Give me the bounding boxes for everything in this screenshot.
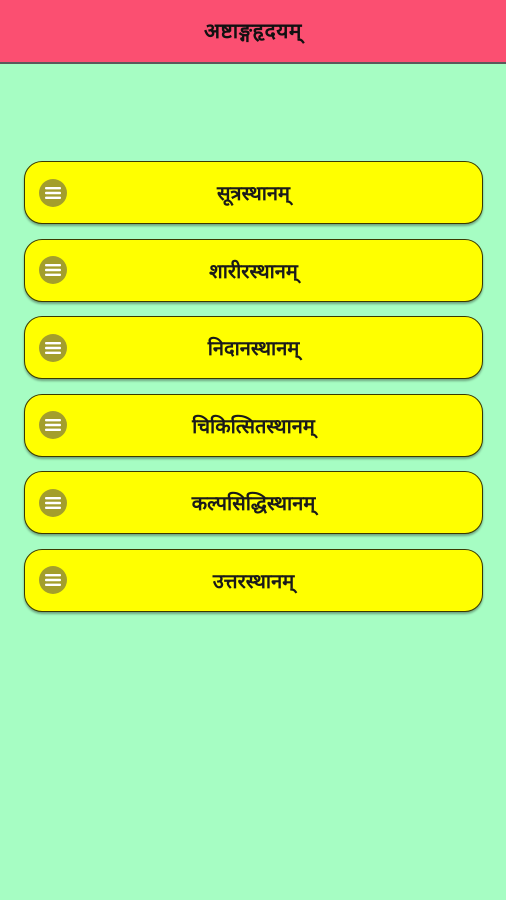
menu-item-label: निदानस्थानम् [207, 336, 300, 360]
section-menu-list: सूत्रस्थानम् शारीरस्थानम् निदानस्थानम् च… [24, 161, 483, 626]
menu-lines-icon [39, 256, 67, 284]
menu-item-label: चिकित्सितस्थानम् [192, 413, 315, 438]
menu-item-sutrasthanam[interactable]: सूत्रस्थानम् [24, 161, 483, 224]
menu-lines-icon [39, 333, 67, 362]
menu-item-label: कल्पसिद्धिस्थानम् [191, 491, 316, 515]
menu-item-label: सूत्रस्थानम् [217, 181, 290, 205]
menu-item-kalpasiddhisthanam[interactable]: कल्पसिद्धिस्थानम् [24, 471, 483, 534]
menu-item-uttarasthanam[interactable]: उत्तरस्थानम् [24, 548, 483, 612]
app-bar: अष्टाङ्गहृदयम् [0, 0, 506, 64]
app-title: अष्टाङ्गहृदयम् [204, 19, 302, 43]
menu-lines-icon [39, 178, 67, 207]
menu-lines-icon [39, 411, 67, 439]
menu-item-nidanasthanam[interactable]: निदानस्थानम् [24, 316, 483, 379]
menu-item-sharirasthanam[interactable]: शारीरस्थानम् [24, 238, 483, 302]
menu-lines-icon [39, 488, 67, 517]
menu-item-chikitsitasthanam[interactable]: चिकित्सितस्थानम् [24, 393, 483, 457]
menu-item-label: शारीरस्थानम् [209, 258, 298, 283]
menu-item-label: उत्तरस्थानम् [212, 568, 295, 593]
menu-lines-icon [39, 566, 67, 594]
